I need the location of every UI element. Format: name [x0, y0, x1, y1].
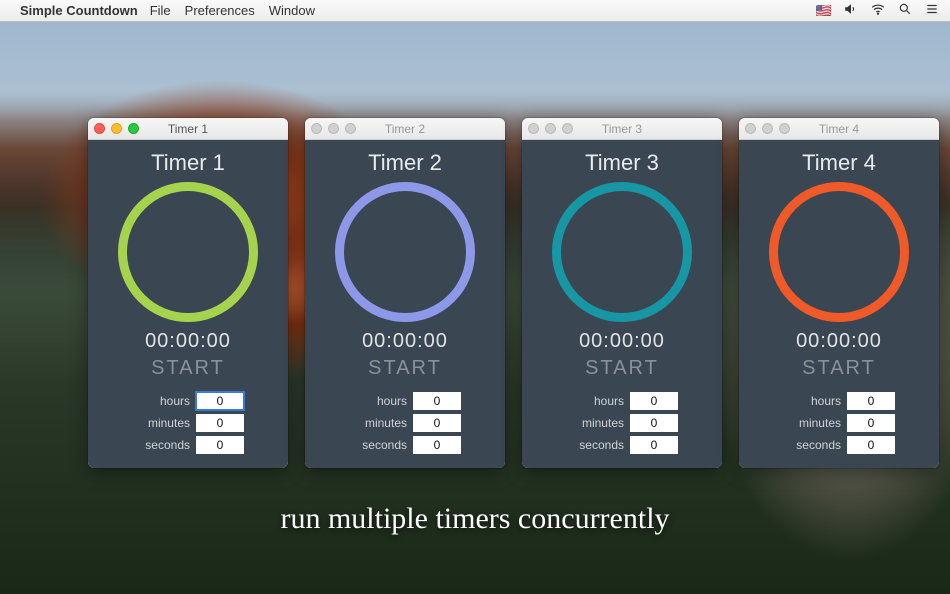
- timer-name-label: Timer 3: [585, 150, 659, 176]
- timer-window-3[interactable]: Timer 3 Timer 3 00:00:00 START hours minutes s…: [522, 118, 722, 468]
- timer-window-4[interactable]: Timer 4 Timer 4 00:00:00 START hours minutes s…: [739, 118, 939, 468]
- minutes-label: minutes: [132, 416, 190, 430]
- time-display: 00:00:00: [796, 330, 882, 353]
- window-close-button[interactable]: [94, 123, 105, 134]
- timer-progress-ring: [769, 182, 909, 322]
- timer-name-label: Timer 4: [802, 150, 876, 176]
- minutes-label: minutes: [783, 416, 841, 430]
- seconds-label: seconds: [783, 438, 841, 452]
- hours-input[interactable]: [630, 392, 678, 410]
- hours-label: hours: [566, 394, 624, 408]
- window-close-button[interactable]: [311, 123, 322, 134]
- seconds-label: seconds: [132, 438, 190, 452]
- minutes-row: minutes: [132, 414, 244, 432]
- hours-input[interactable]: [847, 392, 895, 410]
- seconds-input[interactable]: [413, 436, 461, 454]
- window-min-button[interactable]: [111, 123, 122, 134]
- start-button[interactable]: START: [368, 357, 442, 380]
- start-button[interactable]: START: [585, 357, 659, 380]
- time-display: 00:00:00: [145, 330, 231, 353]
- window-min-button[interactable]: [545, 123, 556, 134]
- seconds-label: seconds: [566, 438, 624, 452]
- timer-body: Timer 1 00:00:00 START hours minutes seconds: [88, 140, 288, 468]
- timer-name-label: Timer 1: [151, 150, 225, 176]
- seconds-input[interactable]: [630, 436, 678, 454]
- hours-label: hours: [132, 394, 190, 408]
- time-display: 00:00:00: [579, 330, 665, 353]
- timer-name-label: Timer 2: [368, 150, 442, 176]
- wifi-icon[interactable]: [870, 2, 886, 19]
- hours-input[interactable]: [196, 392, 244, 410]
- minutes-row: minutes: [783, 414, 895, 432]
- minutes-label: minutes: [349, 416, 407, 430]
- seconds-row: seconds: [783, 436, 895, 454]
- window-max-button[interactable]: [562, 123, 573, 134]
- window-traffic-lights: [528, 123, 573, 134]
- seconds-input[interactable]: [847, 436, 895, 454]
- window-close-button[interactable]: [528, 123, 539, 134]
- timer-progress-ring: [552, 182, 692, 322]
- window-min-button[interactable]: [328, 123, 339, 134]
- minutes-input[interactable]: [630, 414, 678, 432]
- window-titlebar[interactable]: Timer 1: [88, 118, 288, 140]
- timer-window-2[interactable]: Timer 2 Timer 2 00:00:00 START hours minutes s…: [305, 118, 505, 468]
- start-button[interactable]: START: [151, 357, 225, 380]
- timer-body: Timer 2 00:00:00 START hours minutes seconds: [305, 140, 505, 468]
- window-min-button[interactable]: [762, 123, 773, 134]
- flag-us-icon[interactable]: 🇺🇸: [816, 3, 832, 19]
- window-max-button[interactable]: [345, 123, 356, 134]
- menu-window[interactable]: Window: [269, 3, 315, 18]
- seconds-label: seconds: [349, 438, 407, 452]
- volume-icon[interactable]: [844, 2, 858, 19]
- window-close-button[interactable]: [745, 123, 756, 134]
- menu-icon[interactable]: [924, 2, 940, 19]
- menu-preferences[interactable]: Preferences: [185, 3, 255, 18]
- menubar-app-name[interactable]: Simple Countdown: [20, 3, 138, 18]
- timer-progress-ring: [335, 182, 475, 322]
- start-button[interactable]: START: [802, 357, 876, 380]
- minutes-input[interactable]: [847, 414, 895, 432]
- window-traffic-lights: [311, 123, 356, 134]
- window-titlebar[interactable]: Timer 4: [739, 118, 939, 140]
- window-titlebar[interactable]: Timer 2: [305, 118, 505, 140]
- hours-label: hours: [783, 394, 841, 408]
- timer-window-1[interactable]: Timer 1 Timer 1 00:00:00 START hours minutes s…: [88, 118, 288, 468]
- search-icon[interactable]: [898, 2, 912, 19]
- minutes-input[interactable]: [196, 414, 244, 432]
- timer-body: Timer 3 00:00:00 START hours minutes seconds: [522, 140, 722, 468]
- seconds-row: seconds: [566, 436, 678, 454]
- menu-file[interactable]: File: [150, 3, 171, 18]
- hours-row: hours: [349, 392, 461, 410]
- hours-row: hours: [132, 392, 244, 410]
- window-traffic-lights: [745, 123, 790, 134]
- desktop: run multiple timers concurrently Timer 1…: [0, 22, 950, 594]
- menubar: Simple Countdown File Preferences Window…: [0, 0, 950, 22]
- minutes-input[interactable]: [413, 414, 461, 432]
- window-max-button[interactable]: [779, 123, 790, 134]
- hours-row: hours: [566, 392, 678, 410]
- seconds-row: seconds: [349, 436, 461, 454]
- window-traffic-lights: [94, 123, 139, 134]
- minutes-row: minutes: [349, 414, 461, 432]
- minutes-row: minutes: [566, 414, 678, 432]
- hours-row: hours: [783, 392, 895, 410]
- hours-input[interactable]: [413, 392, 461, 410]
- hours-label: hours: [349, 394, 407, 408]
- minutes-label: minutes: [566, 416, 624, 430]
- window-titlebar[interactable]: Timer 3: [522, 118, 722, 140]
- promo-caption: run multiple timers concurrently: [0, 502, 950, 536]
- timer-body: Timer 4 00:00:00 START hours minutes seconds: [739, 140, 939, 468]
- window-max-button[interactable]: [128, 123, 139, 134]
- seconds-input[interactable]: [196, 436, 244, 454]
- seconds-row: seconds: [132, 436, 244, 454]
- time-display: 00:00:00: [362, 330, 448, 353]
- timer-progress-ring: [118, 182, 258, 322]
